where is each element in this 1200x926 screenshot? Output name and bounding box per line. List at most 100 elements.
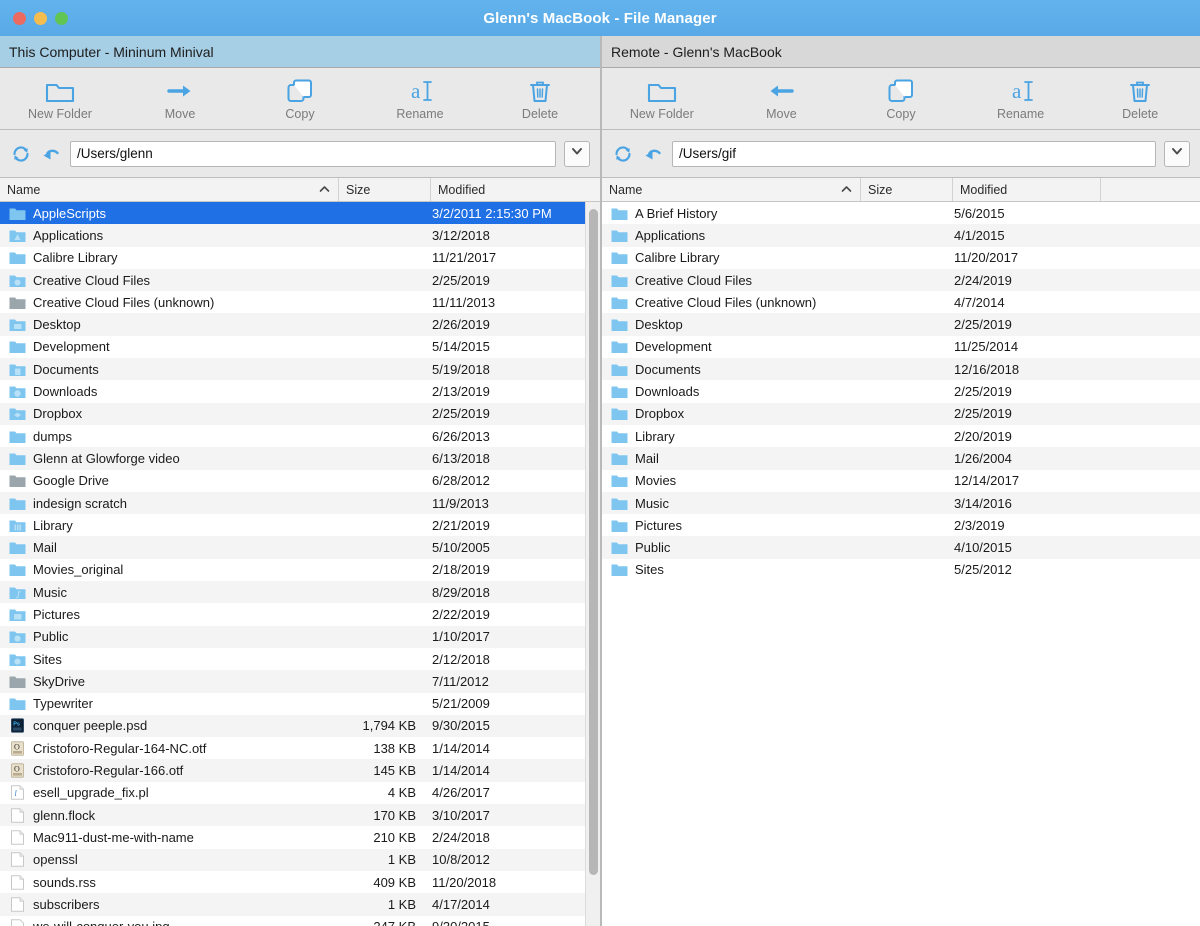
file-name-cell: dumps xyxy=(0,429,338,444)
toolbar-button-new-folder[interactable]: New Folder xyxy=(0,68,120,129)
file-row[interactable]: SkyDrive7/11/2012 xyxy=(0,670,600,692)
file-row[interactable]: Creative Cloud Files2/25/2019 xyxy=(0,269,600,291)
file-row[interactable]: dumps6/26/2013 xyxy=(0,425,600,447)
vertical-scrollbar[interactable] xyxy=(585,202,600,926)
file-row[interactable]: Downloads2/13/2019 xyxy=(0,380,600,402)
file-row[interactable]: Pictures2/3/2019 xyxy=(602,514,1200,536)
file-row[interactable]: Desktop2/26/2019 xyxy=(0,313,600,335)
file-row[interactable]: subscribers1 KB4/17/2014 xyxy=(0,893,600,915)
refresh-icon[interactable] xyxy=(612,143,634,165)
file-row[interactable]: Music3/14/2016 xyxy=(602,492,1200,514)
sort-ascending-icon xyxy=(841,185,852,195)
file-modified-cell: 2/18/2019 xyxy=(430,562,585,577)
file-row[interactable]: Calibre Library11/20/2017 xyxy=(602,247,1200,269)
toolbar-button-rename[interactable]: aRename xyxy=(360,68,480,129)
file-row[interactable]: Sites5/25/2012 xyxy=(602,559,1200,581)
toolbar-button-delete[interactable]: Delete xyxy=(480,68,600,129)
file-name-cell: Dropbox xyxy=(0,406,338,421)
file-row[interactable]: Public1/10/2017 xyxy=(0,626,600,648)
toolbar-button-delete[interactable]: Delete xyxy=(1080,68,1200,129)
file-row[interactable]: Mail5/10/2005 xyxy=(0,536,600,558)
file-row[interactable]: Pictures2/22/2019 xyxy=(0,603,600,625)
toolbar-button-rename[interactable]: aRename xyxy=(961,68,1081,129)
path-dropdown-button[interactable] xyxy=(1164,141,1190,167)
file-row[interactable]: OCristoforo-Regular-164-NC.otf138 KB1/14… xyxy=(0,737,600,759)
file-row[interactable]: Typewriter5/21/2009 xyxy=(0,693,600,715)
file-row[interactable]: Applications4/1/2015 xyxy=(602,224,1200,246)
path-input-right[interactable] xyxy=(672,141,1156,167)
column-header-name[interactable]: Name xyxy=(602,178,860,201)
file-row[interactable]: Movies12/14/2017 xyxy=(602,470,1200,492)
file-row[interactable]: Music8/29/2018 xyxy=(0,581,600,603)
file-row[interactable]: Movies_original2/18/2019 xyxy=(0,559,600,581)
path-input-left[interactable] xyxy=(70,141,556,167)
file-row[interactable]: Library2/20/2019 xyxy=(602,425,1200,447)
pane-tab-label: This Computer - Mininum Minival xyxy=(9,44,214,60)
file-icon xyxy=(9,808,26,823)
file-row[interactable]: we-will-conquer-you.jpg247 KB9/30/2015 xyxy=(0,916,600,926)
file-row[interactable]: glenn.flock170 KB3/10/2017 xyxy=(0,804,600,826)
file-row[interactable]: Public4/10/2015 xyxy=(602,536,1200,558)
file-row[interactable]: Downloads2/25/2019 xyxy=(602,380,1200,402)
file-row[interactable]: OCristoforo-Regular-166.otf145 KB1/14/20… xyxy=(0,759,600,781)
file-row[interactable]: AppleScripts3/2/2011 2:15:30 PM xyxy=(0,202,600,224)
pane-tab-left[interactable]: This Computer - Mininum Minival xyxy=(0,36,600,68)
file-row[interactable]: A Brief History5/6/2015 xyxy=(602,202,1200,224)
column-header-size[interactable]: Size xyxy=(860,178,952,201)
file-row[interactable]: Creative Cloud Files (unknown)11/11/2013 xyxy=(0,291,600,313)
file-row[interactable]: Creative Cloud Files2/24/2019 xyxy=(602,269,1200,291)
file-row[interactable]: Development5/14/2015 xyxy=(0,336,600,358)
path-dropdown-button[interactable] xyxy=(564,141,590,167)
file-row[interactable]: Development11/25/2014 xyxy=(602,336,1200,358)
column-header-modified[interactable]: Modified xyxy=(952,178,1100,201)
file-row[interactable]: Creative Cloud Files (unknown)4/7/2014 xyxy=(602,291,1200,313)
file-row[interactable]: Mail1/26/2004 xyxy=(602,447,1200,469)
file-row[interactable]: Mac911-dust-me-with-name210 KB2/24/2018 xyxy=(0,826,600,848)
path-bar-left xyxy=(0,130,600,178)
file-row[interactable]: indesign scratch11/9/2013 xyxy=(0,492,600,514)
file-modified-cell: 2/20/2019 xyxy=(952,429,1100,444)
file-row[interactable]: Glenn at Glowforge video6/13/2018 xyxy=(0,447,600,469)
column-header-modified[interactable]: Modified xyxy=(430,178,585,201)
toolbar-button-move[interactable]: Move xyxy=(722,68,842,129)
column-header-blank[interactable] xyxy=(1100,178,1200,201)
file-row[interactable]: Calibre Library11/21/2017 xyxy=(0,247,600,269)
pane-tab-right[interactable]: Remote - Glenn's MacBook xyxy=(602,36,1200,68)
file-list-right[interactable]: A Brief History5/6/2015Applications4/1/2… xyxy=(602,202,1200,926)
column-header-name[interactable]: Name xyxy=(0,178,338,201)
file-list-left[interactable]: AppleScripts3/2/2011 2:15:30 PMApplicati… xyxy=(0,202,600,926)
file-row[interactable]: Sites2/12/2018 xyxy=(0,648,600,670)
file-row[interactable]: Documents12/16/2018 xyxy=(602,358,1200,380)
toolbar-button-copy[interactable]: Copy xyxy=(240,68,360,129)
file-size-cell: 170 KB xyxy=(338,808,430,823)
back-arrow-icon[interactable] xyxy=(40,143,62,165)
file-modified-cell: 3/14/2016 xyxy=(952,496,1100,511)
column-header-label: Modified xyxy=(438,183,485,197)
file-name-cell: lesell_upgrade_fix.pl xyxy=(0,785,338,800)
file-row[interactable]: Psconquer peeple.psd1,794 KB9/30/2015 xyxy=(0,715,600,737)
refresh-icon[interactable] xyxy=(10,143,32,165)
file-row[interactable]: Google Drive6/28/2012 xyxy=(0,470,600,492)
file-name-cell: Calibre Library xyxy=(0,250,338,265)
toolbar-button-copy[interactable]: Copy xyxy=(841,68,961,129)
file-row[interactable]: lesell_upgrade_fix.pl4 KB4/26/2017 xyxy=(0,782,600,804)
file-row[interactable]: openssl1 KB10/8/2012 xyxy=(0,849,600,871)
file-name-label: conquer peeple.psd xyxy=(33,718,147,733)
toolbar-button-label: New Folder xyxy=(28,107,92,121)
file-row[interactable]: Dropbox2/25/2019 xyxy=(0,403,600,425)
scrollbar-thumb[interactable] xyxy=(589,209,598,875)
column-header-size[interactable]: Size xyxy=(338,178,430,201)
file-row[interactable]: Documents5/19/2018 xyxy=(0,358,600,380)
file-name-label: Pictures xyxy=(33,607,80,622)
toolbar-button-label: Delete xyxy=(522,107,558,121)
file-row[interactable]: sounds.rss409 KB11/20/2018 xyxy=(0,871,600,893)
file-row[interactable]: Applications3/12/2018 xyxy=(0,224,600,246)
file-row[interactable]: Desktop2/25/2019 xyxy=(602,313,1200,335)
back-arrow-icon[interactable] xyxy=(642,143,664,165)
file-name-label: Typewriter xyxy=(33,696,93,711)
toolbar-button-new-folder[interactable]: New Folder xyxy=(602,68,722,129)
toolbar-button-move[interactable]: Move xyxy=(120,68,240,129)
file-row[interactable]: Dropbox2/25/2019 xyxy=(602,403,1200,425)
file-row[interactable]: Library2/21/2019 xyxy=(0,514,600,536)
file-icon: O xyxy=(9,741,26,756)
